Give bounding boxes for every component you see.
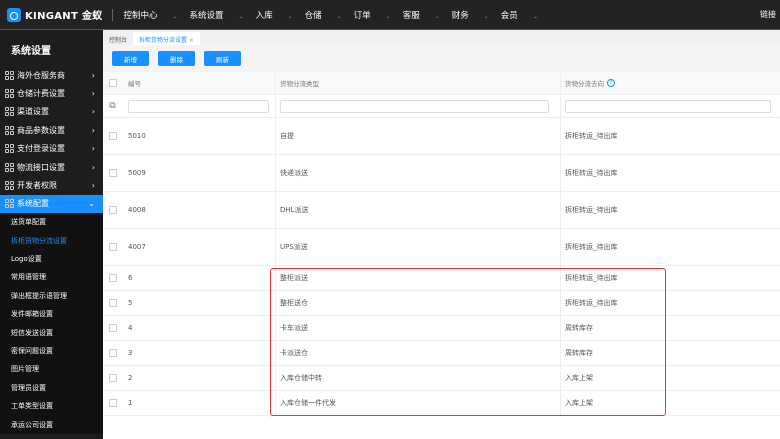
row-checkbox[interactable] (108, 399, 117, 407)
row-checkbox[interactable] (108, 243, 117, 251)
table-row[interactable]: 5 整柜送仓 拆柜转运_待出库 (103, 291, 780, 316)
submenu-item[interactable]: 图片管理 (0, 360, 103, 379)
sidebar-item[interactable]: 物流接口设置 › (0, 158, 103, 176)
grid-icon (5, 89, 14, 99)
chevron-down-icon: ⌄ (287, 12, 293, 20)
table-row[interactable]: 4007 UPS派送 拆柜转运_待出库 (103, 229, 780, 266)
chevron-down-icon: ⌄ (483, 12, 489, 20)
nav-item[interactable]: 客服 ⌄ (403, 9, 440, 21)
filter-row: ⧉ (103, 95, 780, 118)
table-row[interactable]: 4008 DHL派送 拆柜转运_待出库 (103, 192, 780, 229)
chevron-right-icon: › (91, 144, 95, 154)
submenu-item[interactable]: Logo设置 (0, 249, 103, 269)
table-row[interactable]: 2 入库仓储中转 入库上架 (103, 366, 780, 391)
logo[interactable]: KINGANT 金蚁 (7, 7, 102, 22)
table-row[interactable]: 1 入库仓储一件代发 入库上架 (103, 391, 780, 416)
filter-type-input[interactable] (280, 99, 549, 113)
table-row[interactable]: 5009 快递派送 拆柜转运_待出库 (103, 155, 780, 192)
table-header: 编号 货物分流类型 货物分流去向? (103, 72, 780, 95)
nav-item[interactable]: 财务 ⌄ (452, 9, 489, 21)
chevron-right-icon: › (91, 89, 95, 99)
row-checkbox[interactable] (108, 132, 117, 140)
submenu-item[interactable]: 工单类型设置 (0, 397, 103, 416)
row-checkbox[interactable] (108, 274, 117, 282)
link-menu[interactable]: 链接 (760, 9, 776, 20)
sidebar-item[interactable]: 商品参数设置 › (0, 121, 103, 139)
header-type[interactable]: 货物分流类型 (275, 72, 560, 94)
close-icon[interactable]: × (189, 37, 194, 44)
submenu-item[interactable]: 常用语管理 (0, 268, 103, 287)
chevron-down-icon: ⌄ (238, 12, 244, 20)
logo-icon (7, 7, 21, 22)
refresh-button[interactable]: 刷新 (204, 51, 241, 66)
sidebar-title: 系统设置 (11, 46, 51, 57)
header-id[interactable]: 编号 (122, 78, 275, 88)
chevron-right-icon: › (91, 70, 95, 80)
nav-item[interactable]: 系统设置 ⌄ (190, 9, 244, 21)
grid-icon (5, 144, 14, 154)
row-checkbox[interactable] (108, 299, 117, 307)
main: 控制台 拆柜货物分流设置 × 新增 删除 刷新 编号 货物分流类型 货物分流去向… (103, 30, 780, 439)
submenu-item[interactable]: 承运公司设置 (0, 415, 103, 434)
table-row[interactable]: 3 卡派送仓 周转库存 (103, 341, 780, 366)
sidebar-item[interactable]: 开发者权限 › (0, 176, 103, 194)
grid-icon (5, 199, 14, 209)
row-checkbox[interactable] (108, 169, 117, 177)
chevron-right-icon: › (91, 107, 95, 117)
sidebar-item[interactable]: 支付登录设置 › (0, 140, 103, 158)
add-button[interactable]: 新增 (112, 51, 149, 66)
sidebar-item[interactable]: 渠道设置 › (0, 103, 103, 121)
help-icon[interactable]: ? (607, 79, 615, 87)
submenu-item[interactable]: 弹出框提示语管理 (0, 286, 103, 306)
tab-home[interactable]: 控制台 (103, 32, 133, 45)
delete-button[interactable]: 删除 (158, 51, 195, 66)
top-bar: KINGANT 金蚁 控制中心 ⌄ 系统设置 ⌄ 入库 ⌄ 仓储 ⌄ 订单 ⌄ 客服 ⌄ 财务 ⌄ 会员 ⌄ … (0, 0, 780, 30)
sidebar: 系统设置 海外仓服务商 › 仓储计费设置 › 渠道设置 › 商品参数设置 › 支付登录设置 › 物流… (0, 30, 103, 439)
submenu-item[interactable]: 发件邮箱设置 (0, 305, 103, 324)
table-row[interactable]: 5010 自提 拆柜转运_待出库 (103, 118, 780, 155)
nav-item[interactable]: 仓储 ⌄ (305, 9, 342, 21)
grid-icon (5, 162, 14, 172)
chevron-right-icon: › (91, 125, 95, 135)
chevron-down-icon: ⌄ (336, 12, 342, 20)
chevron-down-icon: ⌄ (434, 12, 440, 20)
header-dest[interactable]: 货物分流去向? (560, 72, 780, 94)
row-checkbox[interactable] (108, 206, 117, 214)
select-all-checkbox[interactable] (108, 79, 117, 87)
grid-icon (5, 107, 14, 117)
filter-id-input[interactable] (128, 99, 270, 113)
submenu-item[interactable]: 密保问题设置 (0, 341, 103, 361)
grid-icon (5, 125, 14, 135)
grid-icon (5, 70, 14, 80)
table-row[interactable]: 6 整柜派送 拆柜转运_待出库 (103, 266, 780, 291)
row-checkbox[interactable] (108, 324, 117, 332)
submenu-item[interactable]: 管理员设置 (0, 378, 103, 398)
filter-dest-input[interactable] (565, 99, 772, 113)
row-checkbox[interactable] (108, 349, 117, 357)
data-table: 编号 货物分流类型 货物分流去向? ⧉ 5010 自提 拆柜转运_待出库 5009 快递… (103, 72, 780, 439)
sidebar-item[interactable]: 仓储计费设置 › (0, 84, 103, 102)
sidebar-item-active[interactable]: 系统配置 ⌄ (0, 194, 103, 214)
chevron-down-icon: ⌄ (532, 12, 538, 20)
sidebar-item[interactable]: 海外仓服务商 › (0, 66, 103, 84)
nav-item[interactable]: 控制中心 ⌄ (123, 9, 177, 21)
nav-item[interactable]: 订单 ⌄ (354, 9, 391, 21)
chevron-right-icon: › (91, 181, 95, 191)
chevron-down-icon: ⌄ (88, 199, 95, 209)
row-checkbox[interactable] (108, 374, 117, 382)
tab-current[interactable]: 拆柜货物分流设置 × (133, 32, 200, 45)
link-icon[interactable]: ⧉ (103, 101, 122, 111)
nav-item[interactable]: 会员 ⌄ (501, 9, 538, 21)
divider (112, 8, 114, 21)
chevron-down-icon: ⌄ (172, 12, 178, 20)
submenu-item[interactable]: 送货单配置 (0, 213, 103, 232)
chevron-right-icon: › (91, 162, 95, 172)
submenu-item[interactable]: 短信发送设置 (0, 323, 103, 342)
table-row[interactable]: 4 卡车派送 周转库存 (103, 316, 780, 341)
grid-icon (5, 181, 14, 191)
chevron-down-icon: ⌄ (385, 12, 391, 20)
submenu-item[interactable]: 拆柜货物分流设置 (0, 231, 103, 250)
nav-item[interactable]: 入库 ⌄ (256, 9, 293, 21)
